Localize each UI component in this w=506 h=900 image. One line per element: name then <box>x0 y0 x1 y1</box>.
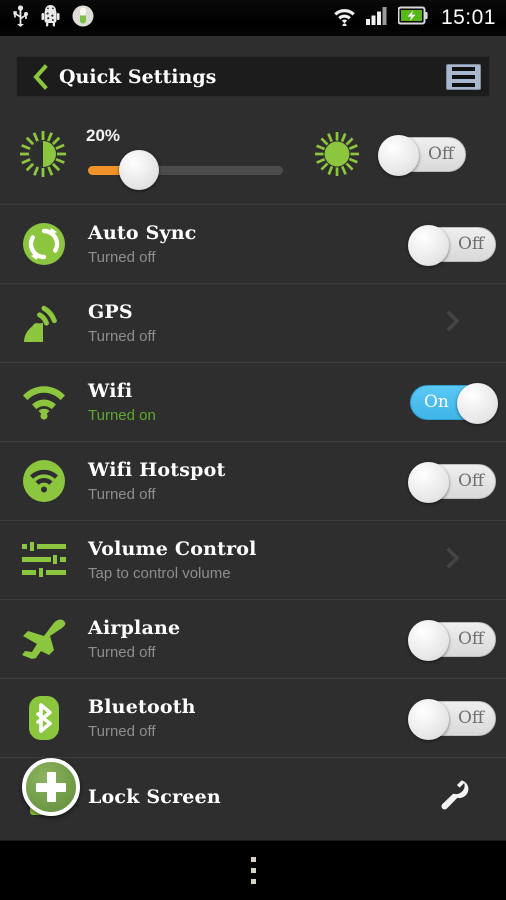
row-text: GPS Turned off <box>88 301 406 345</box>
page-title: Quick Settings <box>59 65 217 88</box>
toggle-knob[interactable] <box>408 698 449 740</box>
wifi-hotspot-icon <box>0 458 88 504</box>
toggle-label: Off <box>457 471 484 491</box>
row-subtitle: Turned on <box>88 407 156 424</box>
quick-settings-screen: 15:01 Quick Settings 20% Off Auto Sync T… <box>0 0 506 900</box>
toggle-switch[interactable]: Off <box>408 698 496 740</box>
row-text: Wifi Hotspot Turned off <box>88 459 406 503</box>
usb-icon <box>12 4 29 32</box>
toggle-knob[interactable] <box>457 382 498 424</box>
toggle-switch[interactable]: Off <box>408 619 496 661</box>
toggle-label: Off <box>457 708 484 728</box>
settings-list: 20% Off Auto Sync Turned off Off GPS Tur… <box>0 104 506 840</box>
chevron-right-icon[interactable] <box>442 309 464 337</box>
toggle-label: Off <box>427 144 454 164</box>
volume-sliders-icon <box>0 539 88 581</box>
row-text: Volume Control Tap to control volume <box>88 538 406 582</box>
settings-row[interactable]: GPS Turned off <box>0 283 506 362</box>
settings-row[interactable]: Wifi Hotspot Turned off Off <box>0 441 506 520</box>
brightness-low-icon <box>0 130 86 178</box>
hamburger-menu-icon[interactable] <box>446 63 481 90</box>
toggle-knob[interactable] <box>378 134 419 176</box>
row-text: Lock Screen <box>88 786 406 808</box>
row-title: Bluetooth <box>88 696 196 718</box>
brightness-percent-label: 20% <box>86 126 121 145</box>
brightness-row: 20% Off <box>0 104 506 204</box>
settings-row[interactable]: Volume Control Tap to control volume <box>0 520 506 599</box>
add-plus-icon[interactable] <box>22 758 80 816</box>
row-title: GPS <box>88 301 133 323</box>
android-debug-icon <box>41 4 60 32</box>
toggle-switch[interactable]: Off <box>408 224 496 266</box>
gps-satellite-icon <box>0 300 88 346</box>
row-title: Lock Screen <box>88 786 221 808</box>
toggle-label: Off <box>457 234 484 254</box>
row-subtitle: Turned off <box>88 328 156 345</box>
settings-row[interactable]: Wifi Turned on On <box>0 362 506 441</box>
wifi-signal-icon <box>332 6 357 31</box>
row-title: Volume Control <box>88 538 257 560</box>
cellular-signal-icon <box>365 6 389 30</box>
overflow-menu-icon[interactable] <box>250 857 256 884</box>
row-subtitle: Tap to control volume <box>88 565 231 582</box>
row-control[interactable]: Off <box>406 224 506 266</box>
brightness-high-icon <box>298 131 376 177</box>
auto-sync-icon <box>0 221 88 267</box>
settings-row[interactable]: Auto Sync Turned off Off <box>0 204 506 283</box>
navigation-bar <box>0 840 506 900</box>
toggle-switch[interactable]: Off <box>408 461 496 503</box>
row-text: Airplane Turned off <box>88 617 406 661</box>
row-subtitle: Turned off <box>88 249 156 266</box>
toggle-knob[interactable] <box>408 461 449 503</box>
row-title: Wifi <box>88 380 133 402</box>
status-bar-clock: 15:01 <box>440 6 496 29</box>
toggle-knob[interactable] <box>408 619 449 661</box>
row-control[interactable] <box>406 778 506 817</box>
wifi-icon <box>0 382 88 422</box>
row-control[interactable]: On <box>406 382 506 424</box>
settings-rows: Auto Sync Turned off Off GPS Turned off <box>0 204 506 836</box>
settings-row[interactable]: Airplane Turned off Off <box>0 599 506 678</box>
row-subtitle: Turned off <box>88 644 156 661</box>
toggle-switch[interactable]: Off <box>378 134 466 176</box>
toggle-knob[interactable] <box>408 224 449 266</box>
airplane-icon <box>0 617 88 661</box>
row-control[interactable]: Off <box>406 461 506 503</box>
brightness-slider[interactable]: 20% <box>86 124 298 190</box>
status-bar-left-icons <box>12 4 94 33</box>
row-title: Auto Sync <box>88 222 197 244</box>
row-control[interactable]: Off <box>406 619 506 661</box>
battery-charging-icon <box>397 6 428 30</box>
toggle-label: On <box>424 392 449 412</box>
bluetooth-icon <box>0 695 88 741</box>
title-bar: Quick Settings <box>16 56 490 97</box>
wrench-icon[interactable] <box>436 778 470 817</box>
brightness-thumb[interactable] <box>118 150 159 190</box>
status-bar-right-icons: 15:01 <box>332 6 496 31</box>
row-title: Wifi Hotspot <box>88 459 226 481</box>
row-control[interactable] <box>406 309 506 337</box>
row-subtitle: Turned off <box>88 486 156 503</box>
auto-brightness-toggle[interactable]: Off <box>376 134 476 176</box>
row-control[interactable]: Off <box>406 698 506 740</box>
row-subtitle: Turned off <box>88 723 156 740</box>
row-text: Wifi Turned on <box>88 380 406 424</box>
settings-row[interactable]: Bluetooth Turned off Off <box>0 678 506 757</box>
status-bar: 15:01 <box>0 0 506 36</box>
toggle-switch[interactable]: On <box>410 382 498 424</box>
row-control[interactable] <box>406 546 506 574</box>
chevron-right-icon[interactable] <box>442 546 464 574</box>
row-text: Bluetooth Turned off <box>88 696 406 740</box>
toggle-label: Off <box>457 629 484 649</box>
row-text: Auto Sync Turned off <box>88 222 406 266</box>
capsule-icon <box>72 4 94 33</box>
brightness-track[interactable] <box>88 166 283 175</box>
row-title: Airplane <box>88 617 181 639</box>
back-chevron-icon[interactable] <box>29 63 51 90</box>
